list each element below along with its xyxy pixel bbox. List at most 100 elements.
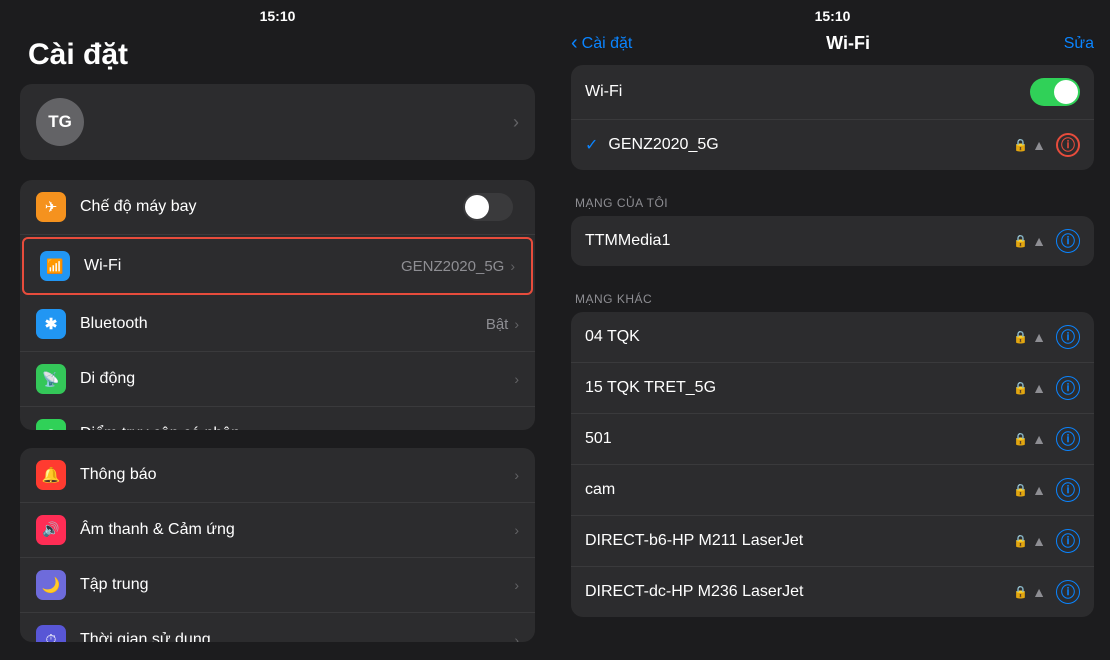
hotspot-item[interactable]: ⊕ Điểm truy cập cá nhân › (20, 407, 535, 430)
left-status-bar: 15:10 (20, 0, 535, 28)
info-btn-04tqk[interactable]: ⓘ (1056, 325, 1080, 349)
network-item-501[interactable]: 501 🔒 ▲ ⓘ (571, 414, 1094, 465)
info-btn-direct-b6[interactable]: ⓘ (1056, 529, 1080, 553)
settings-group-1: ✈ Chế độ máy bay 📶 Wi-Fi GENZ2020_5G › ✱ (20, 180, 535, 430)
wifi-toggle-card: Wi-Fi ✓ GENZ2020_5G 🔒 ▲ ⓘ (571, 65, 1094, 170)
profile-left: TG (36, 98, 84, 146)
other-networks-label: MẠNG KHÁC (571, 286, 1094, 312)
airplane-mode-item[interactable]: ✈ Chế độ máy bay (20, 180, 535, 235)
checkmark-icon: ✓ (585, 135, 598, 155)
screentime-icon-box: ⏱ (36, 625, 66, 642)
right-panel: 15:10 ‹ Cài đặt Wi-Fi Sửa Wi-Fi ✓ GENZ20… (555, 0, 1110, 660)
wifi-icon-501: ▲ (1032, 431, 1046, 447)
network-ssid-501: 501 (585, 430, 1013, 448)
airplane-toggle[interactable] (463, 193, 513, 221)
lock-icon-04tqk: 🔒 (1013, 330, 1028, 344)
edit-button[interactable]: Sửa (1064, 35, 1094, 53)
mobile-icon-box: 📡 (36, 364, 66, 394)
back-button[interactable]: ‹ Cài đặt (571, 32, 632, 55)
network-item-direct-dc[interactable]: DIRECT-dc-HP M236 LaserJet 🔒 ▲ ⓘ (571, 567, 1094, 617)
wifi-icon-cam: ▲ (1032, 482, 1046, 498)
screentime-label: Thời gian sử dụng (80, 631, 514, 642)
hotspot-icon-box: ⊕ (36, 419, 66, 430)
profile-chevron-icon: › (513, 112, 519, 133)
sounds-chevron-icon: › (514, 522, 519, 538)
wifi-toggle-label: Wi-Fi (585, 83, 1030, 101)
wifi-signal-icon: ▲ (1032, 137, 1046, 153)
hotspot-icon: ⊕ (45, 425, 58, 430)
notifications-item[interactable]: 🔔 Thông báo › (20, 448, 535, 503)
right-time: 15:10 (815, 8, 851, 24)
my-networks-label: MẠNG CỦA TÔI (571, 190, 1094, 216)
notifications-icon-box: 🔔 (36, 460, 66, 490)
other-networks-card: 04 TQK 🔒 ▲ ⓘ 15 TQK TRET_5G 🔒 ▲ ⓘ 501 🔒 … (571, 312, 1094, 617)
hotspot-label: Điểm truy cập cá nhân (80, 425, 514, 430)
hotspot-chevron-icon: › (514, 426, 519, 430)
lock-icon-cam: 🔒 (1013, 483, 1028, 497)
wifi-icon-direct-b6: ▲ (1032, 533, 1046, 549)
connected-info-button[interactable]: ⓘ (1056, 133, 1080, 157)
my-networks-section: MẠNG CỦA TÔI TTMMedia1 🔒 ▲ ⓘ (571, 190, 1094, 266)
back-chevron-icon: ‹ (571, 32, 578, 55)
my-network-ssid: TTMMedia1 (585, 232, 1013, 250)
network-item-04tqk[interactable]: 04 TQK 🔒 ▲ ⓘ (571, 312, 1094, 363)
wifi-value: GENZ2020_5G (401, 258, 504, 275)
lock-icon-direct-dc: 🔒 (1013, 585, 1028, 599)
focus-label: Tập trung (80, 576, 514, 594)
network-ssid-15tqk: 15 TQK TRET_5G (585, 379, 1013, 397)
network-ssid-04tqk: 04 TQK (585, 328, 1013, 346)
my-lock-icon: 🔒 (1013, 234, 1028, 248)
profile-card[interactable]: TG › (20, 84, 535, 160)
bluetooth-item[interactable]: ✱ Bluetooth Bật › (20, 297, 535, 352)
info-btn-direct-dc[interactable]: ⓘ (1056, 580, 1080, 604)
screentime-item[interactable]: ⏱ Thời gian sử dụng › (20, 613, 535, 642)
info-btn-501[interactable]: ⓘ (1056, 427, 1080, 451)
network-item-15tqk[interactable]: 15 TQK TRET_5G 🔒 ▲ ⓘ (571, 363, 1094, 414)
network-item-cam[interactable]: cam 🔒 ▲ ⓘ (571, 465, 1094, 516)
airplane-label: Chế độ máy bay (80, 198, 463, 216)
network-ssid-direct-dc: DIRECT-dc-HP M236 LaserJet (585, 583, 1013, 601)
wifi-settings-content: Wi-Fi ✓ GENZ2020_5G 🔒 ▲ ⓘ MẠNG CỦA TÔI (555, 65, 1110, 660)
focus-chevron-icon: › (514, 577, 519, 593)
wifi-item[interactable]: 📶 Wi-Fi GENZ2020_5G › (24, 239, 531, 293)
connected-network-item[interactable]: ✓ GENZ2020_5G 🔒 ▲ ⓘ (571, 120, 1094, 170)
nav-bar: ‹ Cài đặt Wi-Fi Sửa (555, 28, 1110, 65)
left-time: 15:10 (260, 8, 296, 24)
wifi-icon-15tqk: ▲ (1032, 380, 1046, 396)
screentime-chevron-icon: › (514, 632, 519, 642)
right-status-bar: 15:10 (555, 0, 1110, 28)
mobile-chevron-icon: › (514, 371, 519, 387)
airplane-icon: ✈ (45, 198, 58, 216)
wifi-toggle-item[interactable]: Wi-Fi (571, 65, 1094, 120)
network-item-direct-b6[interactable]: DIRECT-b6-HP M211 LaserJet 🔒 ▲ ⓘ (571, 516, 1094, 567)
info-btn-15tqk[interactable]: ⓘ (1056, 376, 1080, 400)
sounds-icon-box: 🔊 (36, 515, 66, 545)
wifi-icon-direct-dc: ▲ (1032, 584, 1046, 600)
screentime-icon: ⏱ (46, 631, 57, 642)
wifi-toggle-switch[interactable] (1030, 78, 1080, 106)
settings-group-2: 🔔 Thông báo › 🔊 Âm thanh & Cảm ứng › 🌙 T… (20, 448, 535, 642)
sounds-item[interactable]: 🔊 Âm thanh & Cảm ứng › (20, 503, 535, 558)
my-network-info-button[interactable]: ⓘ (1056, 229, 1080, 253)
other-networks-section: MẠNG KHÁC 04 TQK 🔒 ▲ ⓘ 15 TQK TRET_5G 🔒 … (571, 286, 1094, 617)
wifi-chevron-icon: › (510, 258, 515, 274)
wifi-icon-04tqk: ▲ (1032, 329, 1046, 345)
left-panel: 15:10 Cài đặt TG › ✈ Chế độ máy bay 📶 (0, 0, 555, 660)
info-btn-cam[interactable]: ⓘ (1056, 478, 1080, 502)
focus-icon: 🌙 (42, 576, 61, 594)
my-wifi-icon: ▲ (1032, 233, 1046, 249)
avatar: TG (36, 98, 84, 146)
my-network-item-ttmmedia1[interactable]: TTMMedia1 🔒 ▲ ⓘ (571, 216, 1094, 266)
connected-ssid-label: GENZ2020_5G (608, 136, 1013, 154)
lock-icon-501: 🔒 (1013, 432, 1028, 446)
back-label: Cài đặt (582, 35, 633, 53)
mobile-label: Di động (80, 370, 514, 388)
right-page-title: Wi-Fi (826, 33, 870, 54)
mobile-item[interactable]: 📡 Di động › (20, 352, 535, 407)
bluetooth-value: Bật (486, 316, 509, 333)
focus-item[interactable]: 🌙 Tập trung › (20, 558, 535, 613)
bluetooth-label: Bluetooth (80, 315, 486, 333)
sounds-label: Âm thanh & Cảm ứng (80, 521, 514, 539)
bluetooth-chevron-icon: › (514, 316, 519, 332)
notifications-icon: 🔔 (42, 466, 61, 484)
